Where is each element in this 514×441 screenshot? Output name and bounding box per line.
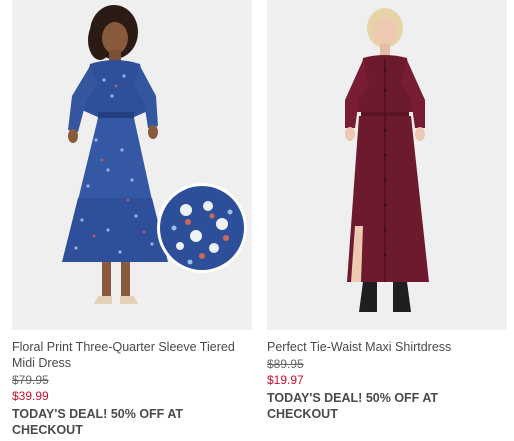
model-in-burgundy-dress-illustration [267,0,507,330]
product-image-floral-dress[interactable] [12,0,252,330]
product-image-maxi-shirtdress[interactable] [267,0,507,330]
original-price: $89.95 [267,357,304,371]
product-card-floral-dress[interactable]: Floral Print Three-Quarter Sleeve Tiered… [12,0,252,438]
deal-banner: TODAY'S DEAL! 50% OFF AT CHECKOUT [267,391,439,421]
sale-price: $39.99 [12,389,49,403]
model-in-floral-dress-illustration [12,0,252,330]
product-card-maxi-shirtdress[interactable]: Perfect Tie-Waist Maxi Shirtdress $89.95… [267,0,507,422]
sale-price: $19.97 [267,373,304,387]
original-price: $79.95 [12,373,49,387]
product-name[interactable]: Floral Print Three-Quarter Sleeve Tiered… [12,339,252,371]
product-name[interactable]: Perfect Tie-Waist Maxi Shirtdress [267,339,507,355]
deal-banner: TODAY'S DEAL! 50% OFF AT CHECKOUT [12,407,184,437]
